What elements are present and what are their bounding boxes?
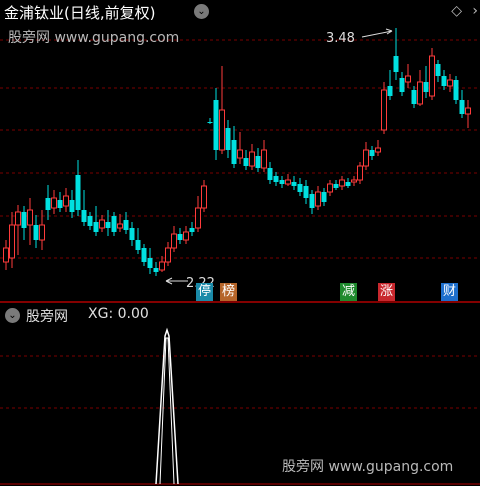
candle-body bbox=[315, 191, 321, 207]
candle-body bbox=[423, 82, 429, 92]
watermark-top: 股旁网 www.gupang.com bbox=[8, 30, 180, 46]
candle-body bbox=[333, 184, 339, 188]
candle-body bbox=[357, 165, 363, 181]
candle-body bbox=[87, 216, 93, 226]
candle-body bbox=[303, 186, 309, 198]
candle-body bbox=[207, 122, 213, 123]
watermark-bottom: 股旁网 www.gupang.com bbox=[282, 459, 454, 475]
candle-body bbox=[51, 197, 57, 209]
badge-rank[interactable]: 榜 bbox=[220, 283, 238, 301]
candle-body bbox=[441, 76, 447, 86]
candle-body bbox=[369, 150, 375, 156]
candle-body bbox=[279, 180, 285, 184]
badge-rise[interactable]: 涨 bbox=[378, 283, 396, 301]
candle-body bbox=[339, 179, 345, 187]
candle-body bbox=[171, 233, 177, 249]
diamond-icon[interactable]: ◇ bbox=[451, 3, 462, 19]
candle-body bbox=[93, 222, 99, 232]
candle-body bbox=[447, 79, 453, 87]
candle-body bbox=[459, 100, 465, 114]
badge-reduce[interactable]: 减 bbox=[340, 283, 358, 301]
candle-body bbox=[435, 64, 441, 76]
candle-body bbox=[399, 78, 405, 92]
candle-body bbox=[75, 175, 81, 210]
candle-body bbox=[105, 222, 111, 228]
candle-body bbox=[213, 100, 219, 150]
candle-body bbox=[21, 212, 27, 228]
candle-body bbox=[249, 151, 255, 167]
candle-body bbox=[15, 211, 21, 226]
candle-body bbox=[201, 185, 207, 209]
candle-body bbox=[243, 158, 249, 166]
title-dropdown-chevron-icon[interactable]: ⌄ bbox=[194, 4, 209, 19]
candle-body bbox=[81, 210, 87, 222]
candle-body bbox=[111, 216, 117, 232]
chevron-right-icon[interactable]: › bbox=[472, 3, 478, 19]
candle-body bbox=[321, 192, 327, 202]
candle-body bbox=[429, 55, 435, 97]
candle-body bbox=[147, 258, 153, 268]
candle-body bbox=[165, 247, 171, 263]
candle-body bbox=[327, 183, 333, 193]
candle-body bbox=[117, 223, 123, 229]
candle-body bbox=[255, 156, 261, 168]
candle-body bbox=[225, 128, 231, 150]
candle-body bbox=[345, 182, 351, 186]
candle-body bbox=[45, 198, 51, 210]
candle-body bbox=[39, 224, 45, 241]
indicator-value: XG: 0.00 bbox=[88, 306, 149, 322]
candle-body bbox=[231, 140, 237, 164]
candle-body bbox=[417, 81, 423, 105]
candle-body bbox=[363, 149, 369, 167]
candle-body bbox=[381, 89, 387, 131]
candle-body bbox=[195, 207, 201, 229]
candle-body bbox=[69, 200, 75, 212]
candle-body bbox=[465, 107, 471, 115]
badge-stop[interactable]: 停 bbox=[196, 283, 214, 301]
candle-body bbox=[189, 228, 195, 232]
candle-body bbox=[33, 225, 39, 240]
candle-body bbox=[177, 234, 183, 240]
candlestick-series bbox=[3, 28, 471, 276]
candle-body bbox=[393, 56, 399, 72]
candle-body bbox=[3, 247, 9, 263]
candle-body bbox=[411, 90, 417, 104]
indicator-name: 股旁网 bbox=[26, 309, 68, 325]
candle-body bbox=[153, 268, 159, 272]
candle-body bbox=[291, 182, 297, 186]
stock-chart: 3.48 2.22 bbox=[0, 28, 480, 485]
candle-body bbox=[99, 219, 105, 229]
candle-body bbox=[261, 149, 267, 169]
candle-body bbox=[405, 75, 411, 83]
candle-body bbox=[27, 209, 33, 226]
candle-body bbox=[123, 220, 129, 230]
chart-title: 金浦钛业(日线,前复权) bbox=[4, 4, 156, 22]
xg-indicator-line bbox=[155, 327, 179, 485]
candle-body bbox=[237, 149, 243, 159]
high-label: 3.48 bbox=[326, 31, 355, 46]
candle-body bbox=[375, 147, 381, 153]
candle-body bbox=[219, 109, 225, 151]
candle-body bbox=[309, 194, 315, 208]
candle-body bbox=[387, 86, 393, 96]
indicator-dropdown-chevron-icon[interactable]: ⌄ bbox=[5, 308, 20, 323]
candle-body bbox=[159, 261, 165, 271]
candle-body bbox=[135, 240, 141, 250]
candle-body bbox=[57, 200, 63, 208]
candle-body bbox=[63, 195, 69, 207]
candle-body bbox=[267, 168, 273, 180]
candle-body bbox=[183, 231, 189, 241]
candle-body bbox=[129, 228, 135, 240]
xg-indicator-line-inner bbox=[159, 337, 175, 485]
candle-body bbox=[453, 80, 459, 100]
candle-body bbox=[351, 179, 357, 183]
candle-body bbox=[141, 248, 147, 262]
high-annotation: 3.48 bbox=[326, 28, 393, 46]
badge-finance[interactable]: 财 bbox=[441, 283, 459, 301]
candle-body bbox=[273, 176, 279, 182]
candle-body bbox=[297, 184, 303, 192]
candle-body bbox=[9, 224, 15, 259]
candle-body bbox=[285, 179, 291, 185]
